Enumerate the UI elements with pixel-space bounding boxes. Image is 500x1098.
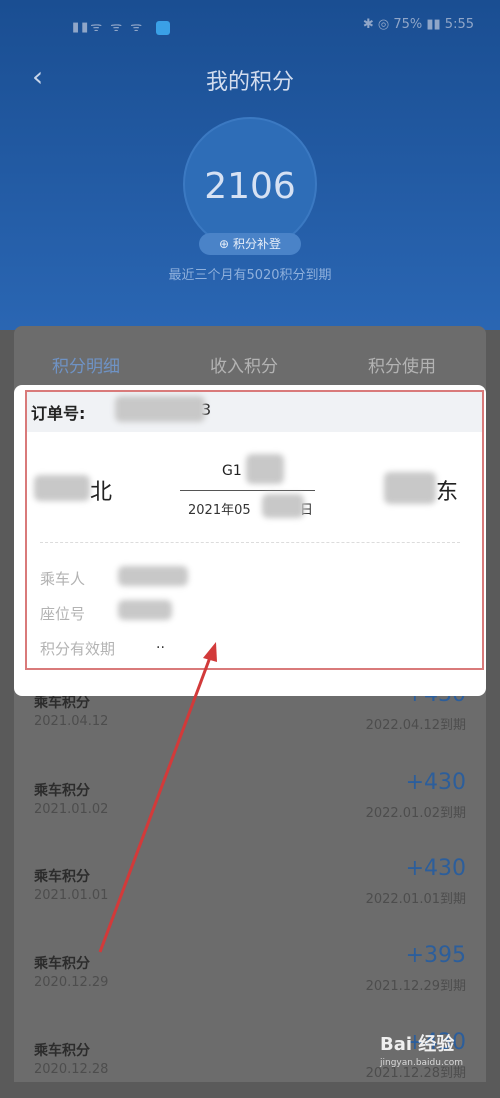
watermark-sub: jingyan.baidu.com	[380, 1058, 464, 1068]
annotation-arrow-head	[203, 642, 217, 662]
annotation-arrow	[98, 642, 217, 953]
points-page: ▮▮ᯤ ᯤ ᯤ ✱ ◎ 75% ▮▮ 5:55 ‹ 我的积分 2106 ⊕ 积分…	[0, 0, 500, 1082]
annotation-arrow-line	[98, 651, 214, 953]
watermark-logo: Bai 经验	[380, 1034, 455, 1055]
watermark: Bai 经验 jingyan.baidu.com	[380, 1030, 490, 1076]
